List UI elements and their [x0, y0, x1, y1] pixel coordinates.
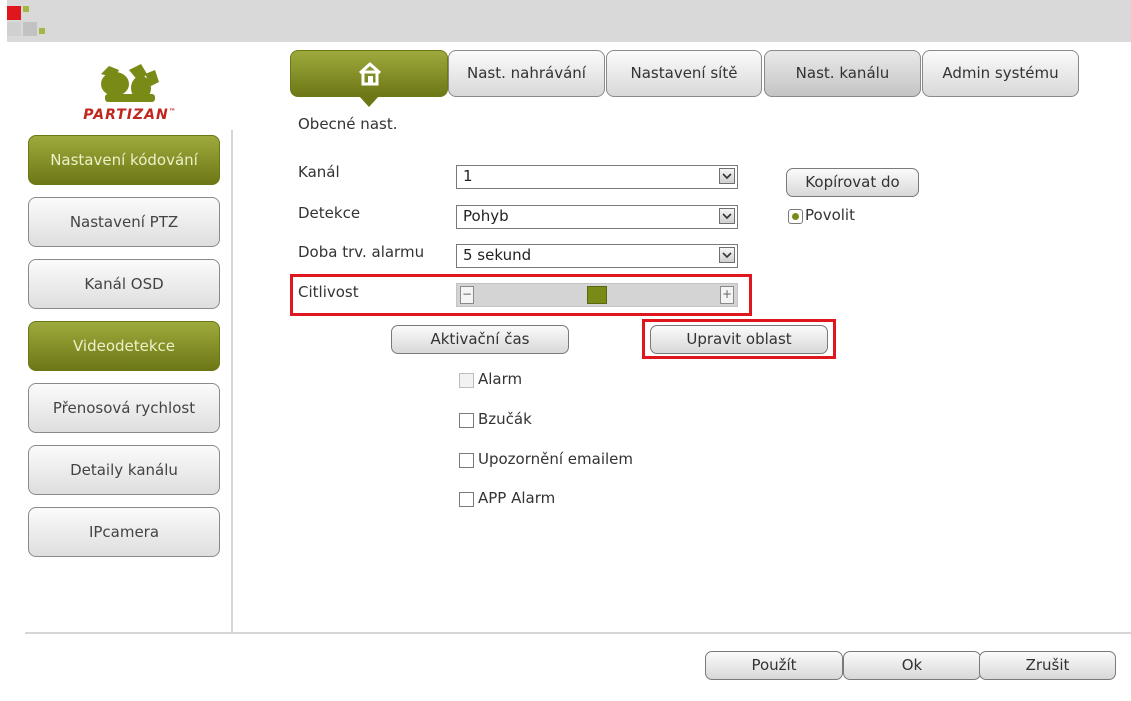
- alarm-duration-value: 5 sekund: [463, 246, 532, 264]
- detection-select-value: Pohyb: [463, 207, 509, 225]
- app-logo-mark-4: [7, 22, 21, 36]
- edit-area-button[interactable]: Upravit oblast: [650, 325, 828, 354]
- activation-time-button[interactable]: Aktivační čas: [391, 325, 569, 354]
- cancel-button[interactable]: Zrušit: [979, 651, 1116, 680]
- house-icon: [358, 62, 382, 86]
- email-notification-checkbox[interactable]: [459, 453, 474, 468]
- chevron-down-icon: [719, 208, 735, 224]
- app-logo-mark-5: [39, 28, 45, 34]
- app-alarm-checkbox[interactable]: [459, 492, 474, 507]
- slider-thumb[interactable]: [587, 286, 607, 304]
- app-alarm-label: APP Alarm: [478, 489, 556, 507]
- tab-network-settings[interactable]: Nastavení sítě: [606, 50, 762, 97]
- detection-select[interactable]: Pohyb: [456, 205, 738, 229]
- page-subtitle: Obecné nast.: [298, 115, 398, 133]
- sensitivity-label: Citlivost: [298, 283, 359, 301]
- buzzer-checkbox-label: Bzučák: [478, 410, 532, 428]
- tab-channel-settings[interactable]: Nast. kanálu: [764, 50, 921, 97]
- tab-recording-settings[interactable]: Nast. nahrávání: [448, 50, 605, 97]
- sidebar-item-ptz[interactable]: Nastavení PTZ: [28, 197, 220, 247]
- alarm-duration-select[interactable]: 5 sekund: [456, 244, 738, 268]
- enable-label: Povolit: [805, 206, 855, 224]
- slider-minus-button[interactable]: −: [460, 286, 474, 304]
- sidebar-item-encoding[interactable]: Nastavení kódování: [28, 135, 220, 185]
- sensitivity-slider[interactable]: − +: [456, 283, 738, 307]
- sidebar-item-channel-details[interactable]: Detaily kanálu: [28, 445, 220, 495]
- channel-select-value: 1: [463, 167, 473, 185]
- ok-button[interactable]: Ok: [843, 651, 981, 680]
- sidebar-item-bitrate[interactable]: Přenosová rychlost: [28, 383, 220, 433]
- chevron-down-icon: [719, 247, 735, 263]
- sidebar-item-motion-detection[interactable]: Videodetekce: [28, 321, 220, 371]
- email-notification-label: Upozornění emailem: [478, 450, 634, 468]
- enable-radio[interactable]: [788, 209, 803, 224]
- copy-to-button[interactable]: Kopírovat do: [786, 168, 919, 197]
- chevron-down-icon: [719, 168, 735, 184]
- channel-select[interactable]: 1: [456, 165, 738, 189]
- slider-plus-button[interactable]: +: [720, 286, 734, 304]
- buzzer-checkbox[interactable]: [459, 413, 474, 428]
- top-bar: [7, 0, 1131, 42]
- sidebar-item-ipcamera[interactable]: IPcamera: [28, 507, 220, 557]
- tab-home[interactable]: [290, 50, 448, 97]
- alarm-checkbox[interactable]: [459, 373, 474, 388]
- partizan-logo-text: PARTIZAN™: [83, 107, 177, 123]
- alarm-duration-label: Doba trv. alarmu: [298, 243, 425, 261]
- tab-system-admin[interactable]: Admin systému: [922, 50, 1079, 97]
- app-logo-mark-2: [23, 6, 29, 12]
- detection-label: Detekce: [298, 204, 361, 222]
- alarm-checkbox-label: Alarm: [478, 370, 523, 388]
- sidebar-divider: [231, 130, 233, 632]
- channel-label: Kanál: [298, 163, 340, 181]
- app-logo-mark-3: [23, 22, 37, 36]
- app-logo-mark: [7, 6, 21, 20]
- sidebar-item-osd[interactable]: Kanál OSD: [28, 259, 220, 309]
- home-tab-pointer: [359, 96, 379, 107]
- apply-button[interactable]: Použít: [705, 651, 843, 680]
- footer-divider: [25, 632, 1131, 634]
